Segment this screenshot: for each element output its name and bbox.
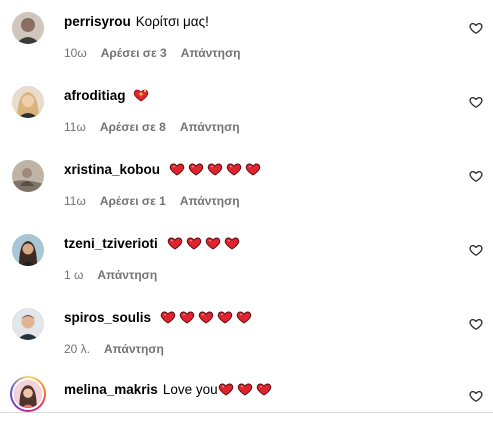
red-heart-emoji [207, 161, 223, 177]
red-heart-emoji [226, 161, 242, 177]
avatar[interactable] [12, 160, 44, 192]
red-heart-emoji [237, 381, 253, 397]
comment-text: Love you [162, 382, 218, 397]
avatar[interactable] [12, 308, 44, 340]
red-heart-emoji [160, 309, 176, 325]
comment-item: spiros_soulis 20 λ. Απάντηση [0, 304, 493, 364]
comment-time[interactable]: 20 λ. [64, 342, 90, 356]
comment-item: perrisyrou Κορίτσι μας! 10ω Αρέσει σε 3 Απά… [0, 8, 493, 68]
comment-likes-count[interactable]: Αρέσει σε 3 [101, 46, 167, 60]
comment-time[interactable]: 10ω [64, 46, 87, 60]
comment-item: melina_makris Love you [0, 376, 493, 436]
comment-item: tzeni_tziverioti 1 ω Απάντηση [0, 230, 493, 290]
like-heart-icon[interactable] [469, 317, 483, 331]
comment-hearts-emoji [218, 381, 272, 397]
comment-username[interactable]: afroditiag [64, 88, 126, 103]
avatar-story-ring[interactable] [10, 376, 46, 412]
comment-username[interactable]: melina_makris [64, 382, 158, 397]
avatar[interactable] [12, 12, 44, 44]
red-heart-emoji [179, 309, 195, 325]
comment-time[interactable]: 11ω [64, 194, 86, 208]
comment-likes-count[interactable]: Αρέσει σε 8 [100, 120, 166, 134]
comment-item: afroditiag 11ω Αρέσει σε 8 Απάντηση [0, 82, 493, 142]
red-heart-emoji [217, 309, 233, 325]
like-heart-icon[interactable] [469, 95, 483, 109]
reply-button[interactable]: Απάντηση [181, 46, 241, 60]
avatar[interactable] [12, 234, 44, 266]
red-heart-emoji [167, 235, 183, 251]
comment-text: Κορίτσι μας! [135, 14, 209, 29]
comment-username[interactable]: xristina_kobou [64, 162, 160, 177]
comment-time[interactable]: 11ω [64, 120, 86, 134]
comment-username[interactable]: tzeni_tziverioti [64, 236, 158, 251]
like-heart-icon[interactable] [469, 389, 483, 403]
red-heart-emoji [236, 309, 252, 325]
like-heart-icon[interactable] [469, 169, 483, 183]
red-heart-emoji [186, 235, 202, 251]
avatar [12, 378, 44, 410]
divider [0, 412, 493, 413]
comment-username[interactable]: perrisyrou [64, 14, 131, 29]
red-heart-emoji [256, 381, 272, 397]
sparkling-heart-emoji [133, 87, 149, 103]
comment-hearts-emoji [169, 161, 261, 177]
reply-button[interactable]: Απάντηση [97, 268, 157, 282]
like-heart-icon[interactable] [469, 21, 483, 35]
comment-item: xristina_kobou 11ω Αρέσει σε 1 Απάντηση [0, 156, 493, 216]
red-heart-emoji [245, 161, 261, 177]
avatar[interactable] [12, 86, 44, 118]
comments-list: perrisyrou Κορίτσι μας! 10ω Αρέσει σε 3 Απά… [0, 0, 493, 422]
red-heart-emoji [198, 309, 214, 325]
comment-hearts-emoji [167, 235, 240, 251]
red-heart-emoji [218, 381, 234, 397]
reply-button[interactable]: Απάντηση [104, 342, 164, 356]
reply-button[interactable]: Απάντηση [180, 120, 240, 134]
red-heart-emoji [188, 161, 204, 177]
red-heart-emoji [169, 161, 185, 177]
like-heart-icon[interactable] [469, 243, 483, 257]
comment-hearts-emoji [160, 309, 252, 325]
red-heart-emoji [205, 235, 221, 251]
red-heart-emoji [224, 235, 240, 251]
comment-time[interactable]: 1 ω [64, 268, 83, 282]
comment-likes-count[interactable]: Αρέσει σε 1 [100, 194, 166, 208]
reply-button[interactable]: Απάντηση [180, 194, 240, 208]
comment-username[interactable]: spiros_soulis [64, 310, 151, 325]
